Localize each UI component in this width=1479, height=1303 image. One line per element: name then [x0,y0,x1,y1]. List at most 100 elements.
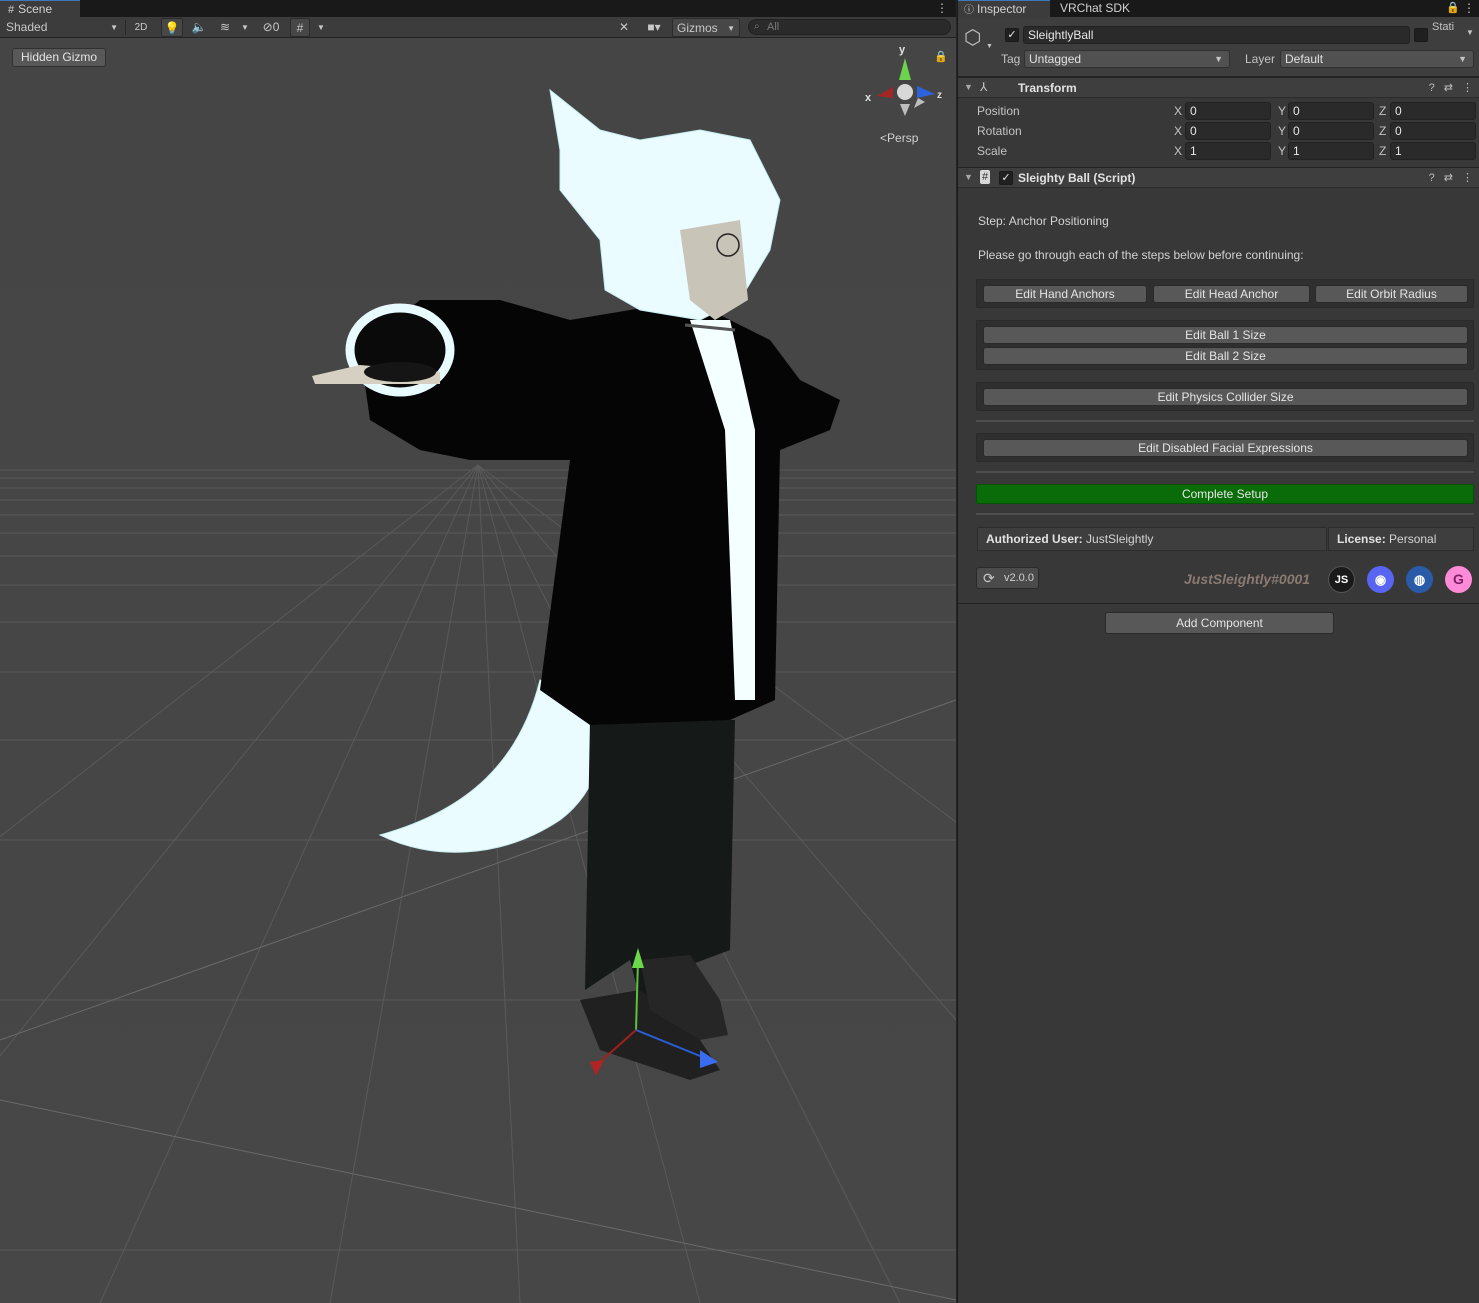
x-label[interactable]: X [1174,144,1182,158]
grid-dropdown-icon[interactable]: ▼ [314,18,328,37]
authorized-user-box: Authorized User: JustSleightly [977,527,1327,551]
layer-dropdown[interactable]: Default ▼ [1280,50,1474,68]
scene-search-input[interactable]: ⌕ All [748,19,951,35]
rotation-x-field[interactable]: 0 [1185,122,1271,140]
more-options-icon[interactable]: ⋮ [1462,172,1473,184]
draw-mode-dropdown[interactable]: Shaded ▼ [4,18,122,37]
tag-dropdown[interactable]: Untagged ▼ [1024,50,1230,68]
gameobject-name-field[interactable]: SleightlyBall [1023,26,1410,44]
gumroad-icon[interactable]: G [1445,566,1472,593]
y-label[interactable]: Y [1278,144,1286,158]
effects-toggle-icon[interactable]: ≋ [214,18,236,37]
scale-label: Scale [977,144,1008,158]
position-y-field[interactable]: 0 [1288,102,1374,120]
edit-physics-collider-button[interactable]: Edit Physics Collider Size [983,388,1468,406]
transform-header[interactable]: ▼ ⅄ Transform ? ⇄ ⋮ [958,77,1479,98]
lock-icon[interactable]: 🔒 [934,50,948,63]
z-label[interactable]: Z [1379,124,1386,138]
static-checkbox[interactable] [1414,28,1428,42]
gameobject-cube-icon[interactable]: ⬡ [964,25,981,50]
y-label[interactable]: Y [1278,124,1286,138]
axis-z-label: z [937,90,942,101]
toggle-2d-button[interactable]: 2D [130,18,152,37]
complete-setup-button[interactable]: Complete Setup [976,484,1474,504]
chevron-down-icon: ▼ [110,23,118,32]
y-label[interactable]: Y [1278,104,1286,118]
tools-icon[interactable]: ✕ [614,18,634,37]
audio-toggle-icon[interactable]: 🔈 [188,18,210,37]
chevron-down-icon: ▼ [1214,54,1223,64]
x-label[interactable]: X [1174,124,1182,138]
rotation-label: Rotation [977,124,1022,138]
chevron-down-icon[interactable]: ▼ [986,43,993,50]
preset-icon[interactable]: ⇄ [1444,82,1453,94]
rotation-y-field[interactable]: 0 [1288,122,1374,140]
tag-label: Tag [1001,52,1021,66]
unity-editor: # Scene ⋮ Shaded ▼ 2D 💡 🔈 ≋ ▼ ⊘0 # ▼ ✕ ■▾… [0,0,1479,1303]
layer-value: Default [1285,52,1324,66]
gizmos-label: Gizmos [677,21,718,35]
foldout-icon[interactable]: ▼ [964,172,973,182]
lock-icon[interactable]: 🔒 [1446,1,1460,14]
edit-ball-1-size-button[interactable]: Edit Ball 1 Size [983,326,1468,344]
projection-toggle[interactable]: <Persp [880,131,918,145]
lighting-toggle-icon[interactable]: 💡 [161,18,183,37]
chevron-down-icon[interactable]: ▼ [1466,28,1474,37]
static-label: Stati [1432,21,1455,33]
effects-dropdown-icon[interactable]: ▼ [238,18,252,37]
script-component-header[interactable]: ▼ # ✓ Sleighty Ball (Script) ? ⇄ ⋮ [958,167,1479,188]
hidden-gizmo-button[interactable]: Hidden Gizmo [12,48,107,67]
script-icon: # [980,170,991,184]
scale-y-field[interactable]: 1 [1288,142,1374,160]
foldout-icon[interactable]: ▼ [964,82,973,92]
author-logo-icon[interactable]: JS [1328,566,1355,593]
component-header-icons: ? ⇄ ⋮ [1420,171,1473,184]
github-icon[interactable]: ◍ [1406,566,1433,593]
edit-hand-anchors-button[interactable]: Edit Hand Anchors [983,285,1147,303]
grid-icon: # [8,4,15,16]
gizmos-dropdown[interactable]: Gizmos ▼ [672,18,740,37]
add-component-button[interactable]: Add Component [1105,612,1334,634]
scale-x-field[interactable]: 1 [1185,142,1271,160]
tab-inspector[interactable]: ⓘ Inspector [958,0,1050,17]
tab-vrchat-sdk-label: VRChat SDK [1060,1,1131,15]
authorized-label: Authorized User: [986,532,1083,546]
preset-icon[interactable]: ⇄ [1444,172,1453,184]
active-checkbox[interactable]: ✓ [1005,28,1019,42]
more-options-icon[interactable]: ⋮ [1462,82,1473,94]
camera-icon[interactable]: ■▾ [640,18,668,37]
discord-handle[interactable]: JustSleightly#0001 [1184,571,1310,587]
z-label[interactable]: Z [1379,144,1386,158]
version-label: v2.0.0 [1004,572,1034,584]
position-z-field[interactable]: 0 [1390,102,1476,120]
search-placeholder: All [767,21,780,33]
discord-icon[interactable]: ◉ [1367,566,1394,593]
tab-scene-label: Scene [18,2,53,16]
rotation-z-field[interactable]: 0 [1390,122,1476,140]
tab-scene[interactable]: # Scene [0,0,80,17]
more-options-icon[interactable]: ⋮ [936,1,948,15]
grid-toggle-icon[interactable]: # [290,18,310,37]
position-x-field[interactable]: 0 [1185,102,1271,120]
scale-z-field[interactable]: 1 [1390,142,1476,160]
divider [976,420,1474,422]
edit-disabled-facial-button[interactable]: Edit Disabled Facial Expressions [983,439,1468,457]
tab-vrchat-sdk[interactable]: VRChat SDK [1054,0,1136,17]
edit-orbit-radius-button[interactable]: Edit Orbit Radius [1315,285,1468,303]
edit-head-anchor-button[interactable]: Edit Head Anchor [1153,285,1310,303]
z-label[interactable]: Z [1379,104,1386,118]
more-options-icon[interactable]: ⋮ [1463,1,1475,15]
hidden-objects-toggle[interactable]: ⊘0 [256,18,286,37]
help-icon[interactable]: ? [1429,172,1435,184]
script-enabled-checkbox[interactable]: ✓ [999,171,1013,185]
refresh-icon: ⟳ [983,570,995,586]
edit-ball-2-size-button[interactable]: Edit Ball 2 Size [983,347,1468,365]
info-icon: ⓘ [964,5,974,16]
help-icon[interactable]: ? [1429,82,1435,94]
x-label[interactable]: X [1174,104,1182,118]
component-header-icons: ? ⇄ ⋮ [1420,81,1473,94]
scene-toolbar: Shaded ▼ 2D 💡 🔈 ≋ ▼ ⊘0 # ▼ ✕ ■▾ Gizmos ▼… [0,17,956,38]
check-update-button[interactable]: ⟳ v2.0.0 [976,567,1039,589]
scene-viewport[interactable]: y x z [0,38,956,1303]
scene-panel: # Scene ⋮ Shaded ▼ 2D 💡 🔈 ≋ ▼ ⊘0 # ▼ ✕ ■▾… [0,0,956,1303]
